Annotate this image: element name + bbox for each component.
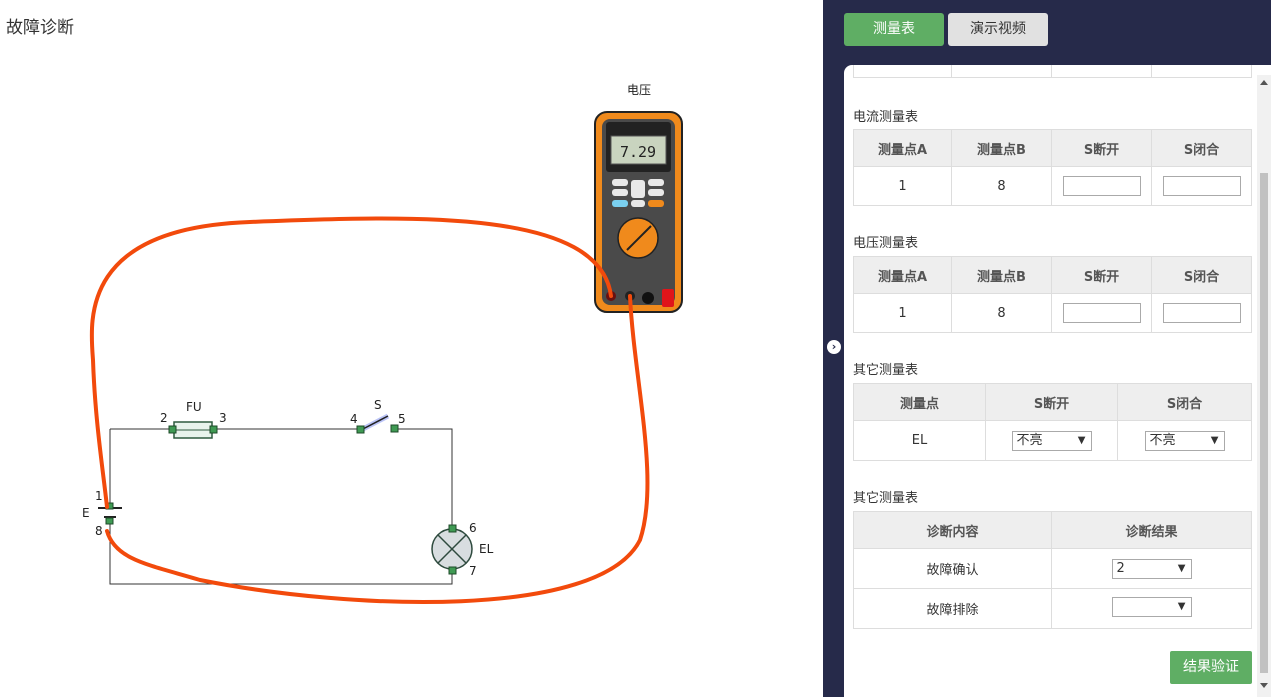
measurement-panel: 测量表 演示视频 › 电流测量表 测量点A 测量点B S断开 S闭合 1 8 电… xyxy=(823,0,1271,697)
el-s-open-select[interactable]: 不亮 ▼ xyxy=(1011,430,1092,451)
terminal-8[interactable] xyxy=(105,517,114,525)
dropdown-arrow-icon: ▼ xyxy=(1077,434,1086,446)
switch-s[interactable]: S xyxy=(359,398,390,433)
voltage-table: 测量点A 测量点B S断开 S闭合 1 8 xyxy=(853,256,1252,333)
measurement-card: 电流测量表 测量点A 测量点B S断开 S闭合 1 8 电压测量表 测量点A 测… xyxy=(844,65,1271,697)
terminal-3[interactable] xyxy=(209,425,218,434)
scroll-area[interactable]: 电流测量表 测量点A 测量点B S断开 S闭合 1 8 电压测量表 测量点A 测… xyxy=(844,65,1253,697)
current-header-a: 测量点A xyxy=(853,129,952,167)
voltage-point-b: 8 xyxy=(951,293,1052,333)
el-s-open-value: 不亮 xyxy=(1016,432,1043,448)
fault-remove-select[interactable]: ▼ xyxy=(1111,596,1192,617)
other-table-title: 其它测量表 xyxy=(853,363,919,378)
terminal-4[interactable] xyxy=(356,425,365,434)
terminal-5[interactable] xyxy=(390,424,399,433)
lamp-el[interactable]: EL xyxy=(431,528,494,570)
tab-measurement-table[interactable]: 测量表 xyxy=(844,13,944,46)
diagnosis-table: 诊断内容 诊断结果 故障确认 2 ▼ 故障排除 ▼ xyxy=(853,511,1252,629)
label-point-2: 2 xyxy=(160,411,168,425)
current-header-closed: S闭合 xyxy=(1151,129,1252,167)
voltage-s-closed-input[interactable] xyxy=(1162,303,1241,323)
meter-reading: 7.29 xyxy=(620,143,656,161)
diagnosis-header-result: 诊断结果 xyxy=(1051,511,1252,549)
voltage-header-open: S断开 xyxy=(1051,256,1152,294)
label-e: E xyxy=(82,506,90,520)
label-s: S xyxy=(374,398,382,412)
dropdown-arrow-icon: ▼ xyxy=(1177,600,1186,612)
red-probe-lead xyxy=(89,216,613,509)
voltage-point-a: 1 xyxy=(853,293,952,333)
other-table: 测量点 S断开 S闭合 EL 不亮 ▼ 不亮 ▼ xyxy=(853,383,1252,461)
vertical-scrollbar[interactable] xyxy=(1257,75,1271,697)
dropdown-arrow-icon: ▼ xyxy=(1177,562,1186,574)
other-header-open: S断开 xyxy=(985,383,1118,421)
current-point-b: 8 xyxy=(951,166,1052,206)
circuit-diagram: FU S E EL 2 3 4 5 1 8 6 7 电压 7.29 xyxy=(82,83,683,605)
voltage-header-b: 测量点B xyxy=(951,256,1052,294)
fault-confirm-value: 2 xyxy=(1116,560,1125,576)
label-fu: FU xyxy=(186,400,202,414)
current-table-title: 电流测量表 xyxy=(853,110,919,125)
circuit-wires xyxy=(109,428,453,585)
current-s-open-input[interactable] xyxy=(1062,176,1141,196)
diagnosis-row-confirm: 故障确认 xyxy=(853,548,1052,589)
probe-leads[interactable] xyxy=(89,216,650,605)
circuit-workspace: 故障诊断 FU S E EL 2 3 4 5 1 8 6 7 电压 7.29 xyxy=(0,0,823,697)
current-s-closed-input[interactable] xyxy=(1162,176,1241,196)
voltage-s-open-input[interactable] xyxy=(1062,303,1141,323)
current-point-a: 1 xyxy=(853,166,952,206)
diagnosis-table-title: 其它测量表 xyxy=(853,491,919,506)
label-point-8: 8 xyxy=(95,524,103,538)
fuse-fu[interactable]: FU xyxy=(173,400,213,439)
el-s-closed-value: 不亮 xyxy=(1149,432,1176,448)
terminal-6[interactable] xyxy=(448,524,457,533)
black-probe-lead xyxy=(105,294,650,605)
meter-mode-label: 电压 xyxy=(627,83,651,97)
scroll-thumb[interactable] xyxy=(1260,173,1268,673)
voltage-header-closed: S闭合 xyxy=(1151,256,1252,294)
other-header-point: 测量点 xyxy=(853,383,986,421)
terminal-7[interactable] xyxy=(448,566,457,575)
label-point-7: 7 xyxy=(469,564,477,578)
label-point-5: 5 xyxy=(398,412,406,426)
multimeter[interactable]: 电压 7.29 xyxy=(594,83,683,313)
voltage-table-title: 电压测量表 xyxy=(853,236,919,251)
terminal-2[interactable] xyxy=(168,425,177,434)
diagnosis-row-remove: 故障排除 xyxy=(853,588,1052,629)
fault-confirm-select[interactable]: 2 ▼ xyxy=(1111,558,1192,579)
voltage-header-a: 测量点A xyxy=(853,256,952,294)
battery-e[interactable]: E xyxy=(82,506,122,520)
dropdown-arrow-icon: ▼ xyxy=(1210,434,1219,446)
label-point-6: 6 xyxy=(469,521,477,535)
collapse-panel-icon[interactable]: › xyxy=(827,340,841,354)
label-point-4: 4 xyxy=(350,412,358,426)
terminals xyxy=(105,424,457,575)
label-point-3: 3 xyxy=(219,411,227,425)
tab-demo-video[interactable]: 演示视频 xyxy=(948,13,1048,46)
el-s-closed-select[interactable]: 不亮 ▼ xyxy=(1144,430,1225,451)
verify-result-button[interactable]: 结果验证 xyxy=(1170,651,1252,684)
label-el: EL xyxy=(479,542,494,556)
scroll-up-icon[interactable] xyxy=(1260,80,1268,85)
current-header-open: S断开 xyxy=(1051,129,1152,167)
current-header-b: 测量点B xyxy=(951,129,1052,167)
label-point-1: 1 xyxy=(95,489,103,503)
other-point-el: EL xyxy=(853,420,986,461)
current-table: 测量点A 测量点B S断开 S闭合 1 8 xyxy=(853,129,1252,206)
diagnosis-header-content: 诊断内容 xyxy=(853,511,1052,549)
scroll-down-icon[interactable] xyxy=(1260,683,1268,688)
previous-table-fragment xyxy=(853,65,1252,78)
other-header-closed: S闭合 xyxy=(1117,383,1252,421)
